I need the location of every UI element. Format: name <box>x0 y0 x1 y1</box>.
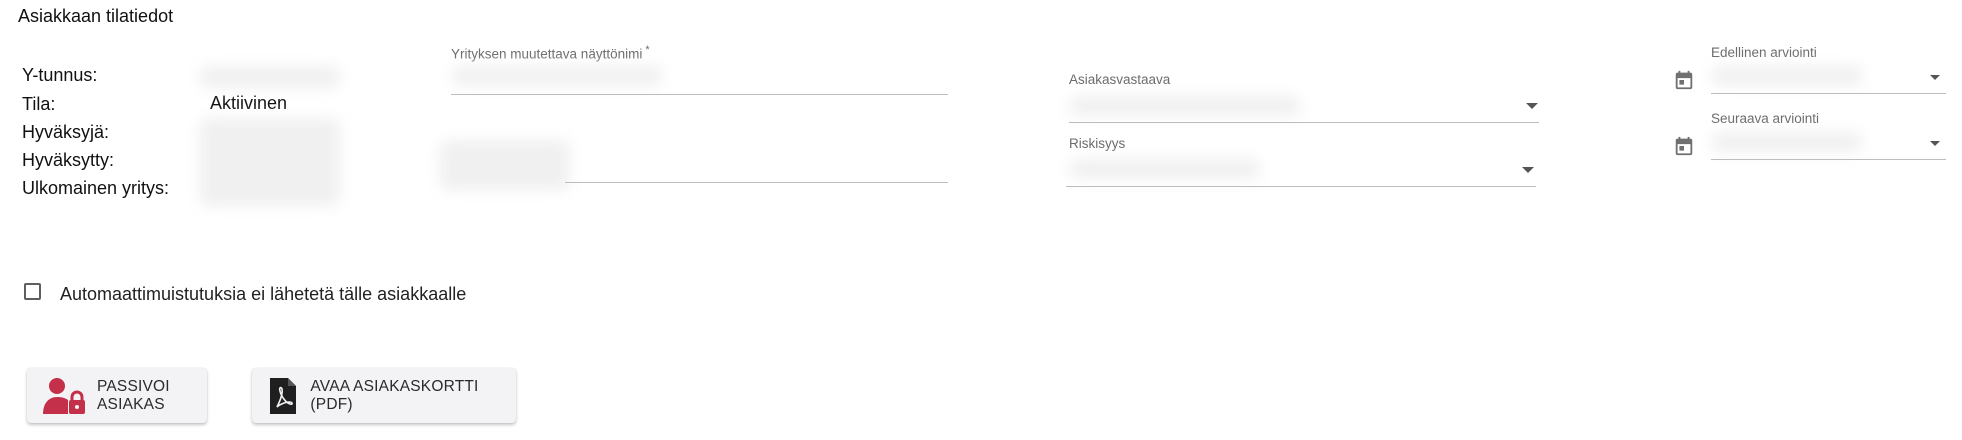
display-name-input[interactable] <box>452 66 662 86</box>
hyvaksyja-label: Hyväksyjä: <box>22 122 110 142</box>
riskiness-chevron-down-icon[interactable] <box>1522 167 1534 173</box>
riskiness-underline <box>1066 186 1536 187</box>
hyvaksytty-label: Hyväksytty: <box>22 150 115 170</box>
account-manager-chevron-down-icon[interactable] <box>1526 103 1538 109</box>
approver-field-underline <box>565 182 948 183</box>
open-customer-card-pdf-button-label: AVAA ASIAKASKORTTI (PDF) <box>310 377 479 413</box>
auto-reminder-checkbox[interactable] <box>24 283 41 300</box>
calendar-icon[interactable] <box>1673 135 1695 157</box>
pdf-file-icon <box>266 376 300 416</box>
approver-info-redacted <box>200 118 340 206</box>
required-asterisk: * <box>645 44 650 56</box>
next-review-label: Seuraava arviointi <box>1711 111 1820 126</box>
deactivate-customer-button[interactable]: PASSIVOI ASIAKAS <box>27 368 207 423</box>
riskiness-select[interactable] <box>1070 159 1260 179</box>
tila-value: Aktiivinen <box>210 93 288 113</box>
previous-review-input[interactable] <box>1712 66 1862 86</box>
previous-review-chevron-down-icon[interactable] <box>1930 75 1940 80</box>
y-tunnus-label: Y-tunnus: <box>22 65 98 85</box>
ulkomainen-yritys-label: Ulkomainen yritys: <box>22 178 170 198</box>
previous-review-underline <box>1711 93 1946 94</box>
approver-date-redacted <box>440 140 570 190</box>
open-customer-card-pdf-button[interactable]: AVAA ASIAKASKORTTI (PDF) <box>252 368 516 423</box>
account-manager-label: Asiakasvastaava <box>1069 72 1171 87</box>
next-review-input[interactable] <box>1712 132 1862 152</box>
deactivate-customer-button-label: PASSIVOI ASIAKAS <box>97 377 170 413</box>
section-title: Asiakkaan tilatiedot <box>18 6 174 26</box>
account-manager-select[interactable] <box>1070 96 1300 116</box>
display-name-label-text: Yrityksen muutettava näyttönimi <box>451 46 643 62</box>
user-lock-icon <box>41 376 87 416</box>
next-review-underline <box>1711 159 1946 160</box>
display-name-underline <box>451 94 948 95</box>
riskiness-label: Riskisyys <box>1069 136 1126 151</box>
calendar-icon[interactable] <box>1673 69 1695 91</box>
account-manager-underline <box>1069 122 1539 123</box>
auto-reminder-checkbox-label[interactable]: Automaattimuistutuksia ei lähetetä tälle… <box>60 284 466 305</box>
y-tunnus-redacted <box>200 66 340 88</box>
previous-review-label: Edellinen arviointi <box>1711 45 1817 60</box>
tila-label: Tila: <box>22 94 56 114</box>
next-review-chevron-down-icon[interactable] <box>1930 141 1940 146</box>
display-name-field-label: Yrityksen muutettava näyttönimi * <box>451 44 650 62</box>
